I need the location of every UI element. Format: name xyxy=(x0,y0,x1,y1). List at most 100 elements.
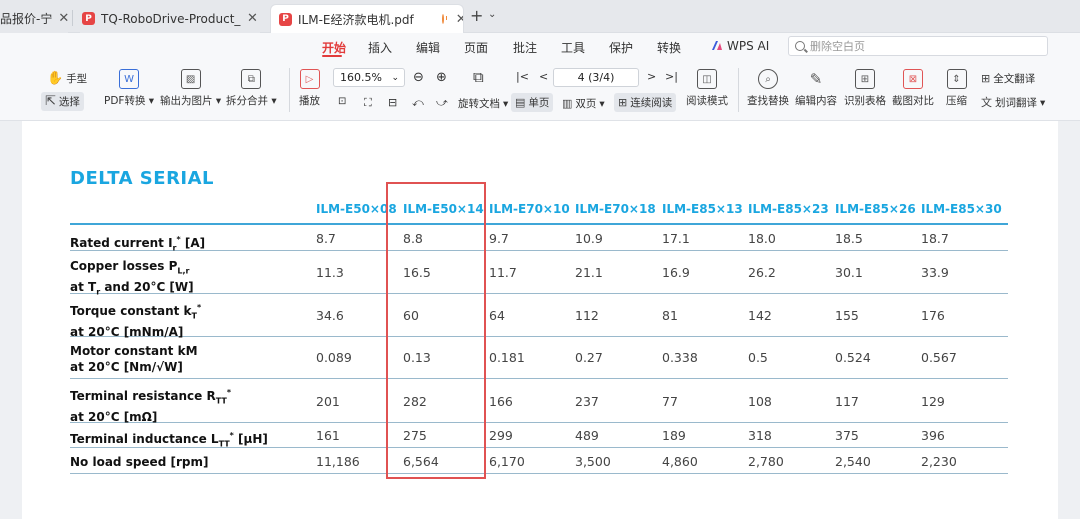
page-transform-icon[interactable]: ⧉ xyxy=(473,68,484,86)
recognize-table-button[interactable]: ⊞ 识别表格 xyxy=(844,69,886,108)
table-cell: 0.524 xyxy=(835,350,871,365)
hand-tool-button[interactable]: ✋ 手型 xyxy=(47,71,87,86)
rotate-left-icon[interactable]: ⤺ xyxy=(412,96,424,110)
menu-home[interactable]: 开始 xyxy=(322,39,346,56)
column-header: ILM-E70×10 xyxy=(489,202,570,216)
column-header: ILM-E70×18 xyxy=(575,202,656,216)
new-tab-icon[interactable]: + xyxy=(470,6,483,25)
edit-content-button[interactable]: ✎ 编辑内容 xyxy=(795,69,837,108)
table-cell: 81 xyxy=(662,308,678,323)
select-tool-button[interactable]: ⇱ 选择 xyxy=(41,92,84,111)
search-input[interactable]: 删除空白页 xyxy=(788,36,1048,56)
table-cell: 16.9 xyxy=(662,265,690,280)
menu-wps-ai[interactable]: WPS AI xyxy=(727,39,769,53)
export-image-button[interactable]: ▨ 输出为图片 ▾ xyxy=(160,69,221,108)
row-label-torque-constant: Torque constant kT* at 20°C [mNm/A] xyxy=(70,303,202,340)
table-cell: 489 xyxy=(575,428,599,443)
tab-quote[interactable]: 品报价-宁 ✕ xyxy=(0,4,68,33)
table-cell: 11,186 xyxy=(316,454,360,469)
table-cell: 0.338 xyxy=(662,350,698,365)
read-mode-button[interactable]: ◫ 阅读模式 xyxy=(686,69,728,108)
full-translate-button[interactable]: ⊞ 全文翻译 xyxy=(981,71,1035,86)
table-cell: 4,860 xyxy=(662,454,698,469)
table-cell: 16.5 xyxy=(403,265,431,280)
table-cell: 0.181 xyxy=(489,350,525,365)
rotate-doc-button[interactable]: 旋转文档 ▾ xyxy=(458,96,508,111)
table-cell: 161 xyxy=(316,428,340,443)
screenshot-compare-button[interactable]: ⊠ 截图对比 xyxy=(892,69,934,108)
prev-page-icon[interactable]: < xyxy=(539,70,548,83)
book-icon: ◫ xyxy=(697,69,717,89)
close-icon[interactable]: ✕ xyxy=(247,11,258,26)
menu-insert[interactable]: 插入 xyxy=(368,39,392,56)
table-cell: 275 xyxy=(403,428,427,443)
table-cell: 6,564 xyxy=(403,454,439,469)
zoom-in-icon[interactable]: ⊕ xyxy=(436,70,447,85)
pdf-convert-button[interactable]: W PDF转换 ▾ xyxy=(104,69,154,108)
compress-button[interactable]: ⇕ 压缩 xyxy=(946,69,967,108)
menu-page[interactable]: 页面 xyxy=(464,39,488,56)
first-page-icon[interactable]: |< xyxy=(516,70,529,83)
last-page-icon[interactable]: >| xyxy=(665,70,678,83)
table-cell: 0.27 xyxy=(575,350,603,365)
find-replace-button[interactable]: ⌕ 查找替换 xyxy=(747,69,789,108)
table-cell: 2,230 xyxy=(921,454,957,469)
column-header: ILM-E50×14 xyxy=(403,202,484,216)
word-translate-label: 划词翻译 xyxy=(995,97,1037,109)
table-cell: 21.1 xyxy=(575,265,603,280)
table-cell: 201 xyxy=(316,394,340,409)
toolbar-divider xyxy=(289,68,290,112)
table-cell: 129 xyxy=(921,394,945,409)
menu-edit[interactable]: 编辑 xyxy=(416,39,440,56)
fit-width-icon[interactable]: ⊟ xyxy=(388,96,397,109)
table-cell: 30.1 xyxy=(835,265,863,280)
single-page-button[interactable]: ▤ 单页 xyxy=(511,93,554,112)
menu-tools[interactable]: 工具 xyxy=(561,39,585,56)
zoom-value: 160.5% xyxy=(340,71,382,84)
table-cell: 299 xyxy=(489,428,513,443)
menu-convert[interactable]: 转换 xyxy=(657,39,681,56)
translate-icon: 文 xyxy=(981,96,992,109)
rotate-right-icon[interactable]: ⤻ xyxy=(436,96,448,110)
chevron-down-icon[interactable]: ⌄ xyxy=(488,9,496,20)
pdf-icon: P xyxy=(82,12,95,25)
zoom-out-icon[interactable]: ⊖ xyxy=(413,70,424,85)
next-page-icon[interactable]: > xyxy=(647,70,656,83)
split-merge-button[interactable]: ⧉ 拆分合并 ▾ xyxy=(226,69,277,108)
page-number-input[interactable]: 4 (3/4) xyxy=(553,68,639,87)
cursor-icon: ⇱ xyxy=(45,94,56,109)
table-cell: 11.3 xyxy=(316,265,344,280)
close-icon[interactable]: ✕ xyxy=(58,11,68,26)
hand-icon: ✋ xyxy=(47,71,64,86)
actual-size-icon[interactable]: ⊡ xyxy=(338,96,346,107)
table-cell: 155 xyxy=(835,308,859,323)
screenshot-compare-label: 截图对比 xyxy=(892,95,934,107)
hand-tool-label: 手型 xyxy=(66,73,88,85)
play-icon: ▷ xyxy=(299,69,320,89)
highlight-box xyxy=(386,182,486,479)
full-translate-label: 全文翻译 xyxy=(993,73,1036,85)
active-menu-indicator xyxy=(322,55,342,57)
tab-robodrive[interactable]: P TQ-RoboDrive-Product_Info_EN- ✕ xyxy=(80,4,260,33)
table-cell: 77 xyxy=(662,394,678,409)
edit-content-label: 编辑内容 xyxy=(795,95,837,107)
close-icon[interactable]: ✕ xyxy=(456,12,463,27)
double-page-label: 双页 xyxy=(575,98,597,110)
pdf-page: DELTA SERIAL ILM-E50×08 ILM-E50×14 ILM-E… xyxy=(22,121,1058,519)
single-page-icon: ▤ xyxy=(515,96,526,109)
menu-protect[interactable]: 保护 xyxy=(609,39,633,56)
zoom-select[interactable]: 160.5% ⌄ xyxy=(333,68,405,87)
tab-ilm-e[interactable]: P ILM-E经济款电机.pdf ✕ xyxy=(270,4,464,33)
row-label-terminal-inductance: Terminal inductance LTT* [µH] xyxy=(70,431,268,449)
table-cell: 2,780 xyxy=(748,454,784,469)
menu-annotate[interactable]: 批注 xyxy=(513,39,537,56)
word-translate-button[interactable]: 文 划词翻译 ▾ xyxy=(981,95,1045,110)
pen-icon: ✎ xyxy=(809,70,823,88)
table-rule xyxy=(70,473,1008,474)
continuous-read-button[interactable]: ⊞ 连续阅读 xyxy=(614,93,677,112)
chevron-down-icon: ⌄ xyxy=(391,72,399,83)
fit-page-icon[interactable]: ⛶ xyxy=(364,96,372,110)
play-button[interactable]: ▷ 播放 xyxy=(299,69,320,108)
play-label: 播放 xyxy=(299,95,320,107)
double-page-button[interactable]: ▥ 双页 ▾ xyxy=(562,96,605,111)
